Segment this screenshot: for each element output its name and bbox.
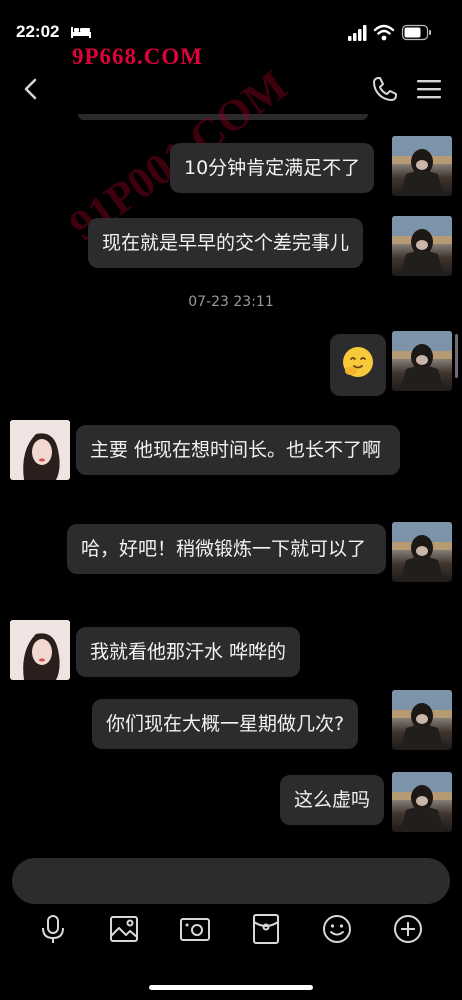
message-input[interactable] <box>12 858 450 904</box>
message-text: 现在就是早早的交个差完事儿 <box>102 232 350 254</box>
avatar-self-image <box>392 136 452 196</box>
avatar-self-image <box>392 216 452 276</box>
message-text: 我就看他那汗水 哗哗的 <box>90 641 287 663</box>
message-text: 哈，好吧！稍微锻炼一下就可以了 <box>81 538 367 560</box>
microphone-icon[interactable] <box>36 912 70 946</box>
avatar-contact-image <box>10 620 70 680</box>
bed-icon <box>71 27 91 38</box>
avatar-self[interactable] <box>392 522 452 582</box>
message-text: 这么虚吗 <box>294 789 371 811</box>
status-bar: 22:02 9P668.COM <box>0 0 462 69</box>
status-indicators <box>348 24 431 41</box>
avatar-self-image <box>392 690 452 750</box>
message-bubble-sent[interactable]: 这么虚吗 <box>280 775 385 825</box>
message-timestamp: 07-23 23:11 <box>188 294 274 310</box>
battery-icon <box>401 24 431 41</box>
home-indicator[interactable] <box>149 985 313 990</box>
message-bubble-sent[interactable]: 你们现在大概一星期做几次? <box>92 699 359 749</box>
avatar-self[interactable] <box>392 331 452 391</box>
avatar-self-image <box>392 772 452 832</box>
status-time: 22:02 <box>16 22 60 41</box>
back-icon[interactable] <box>18 74 44 104</box>
avatar-self[interactable] <box>392 772 452 832</box>
camera-icon[interactable] <box>178 912 212 946</box>
image-icon[interactable] <box>107 912 141 946</box>
menu-icon[interactable] <box>414 74 444 104</box>
red-packet-icon[interactable] <box>249 912 283 946</box>
phone-icon[interactable] <box>370 74 400 104</box>
emoji-icon[interactable] <box>320 912 354 946</box>
avatar-contact-image <box>10 420 70 480</box>
message-bubble-sent[interactable]: 🤭 <box>330 334 386 396</box>
avatar-self[interactable] <box>392 216 452 276</box>
message-text: 10分钟肯定满足不了 <box>184 157 361 179</box>
plus-icon[interactable] <box>391 912 425 946</box>
message-text: 你们现在大概一星期做几次? <box>106 713 345 735</box>
message-bubble-sent[interactable]: 哈，好吧！稍微锻炼一下就可以了 <box>67 524 386 574</box>
avatar-contact[interactable] <box>10 420 70 480</box>
signal-icon <box>348 25 367 41</box>
message-bubble-received[interactable]: 我就看他那汗水 哗哗的 <box>76 627 301 677</box>
avatar-self[interactable] <box>392 136 452 196</box>
avatar-self-image <box>392 522 452 582</box>
avatar-contact[interactable] <box>10 620 70 680</box>
message-bubble-sent[interactable]: 10分钟肯定满足不了 <box>170 143 375 193</box>
scroll-indicator[interactable] <box>455 334 458 378</box>
message-text: 主要 他现在想时间长。也长不了啊 <box>90 439 382 461</box>
message-bubble-received[interactable]: 主要 他现在想时间长。也长不了啊 <box>76 425 400 475</box>
avatar-self-image <box>392 331 452 391</box>
smirk-emoji-icon <box>343 347 373 377</box>
message-bubble-sent[interactable]: 现在就是早早的交个差完事儿 <box>88 218 364 268</box>
wifi-icon <box>373 24 395 41</box>
avatar-self[interactable] <box>392 690 452 750</box>
